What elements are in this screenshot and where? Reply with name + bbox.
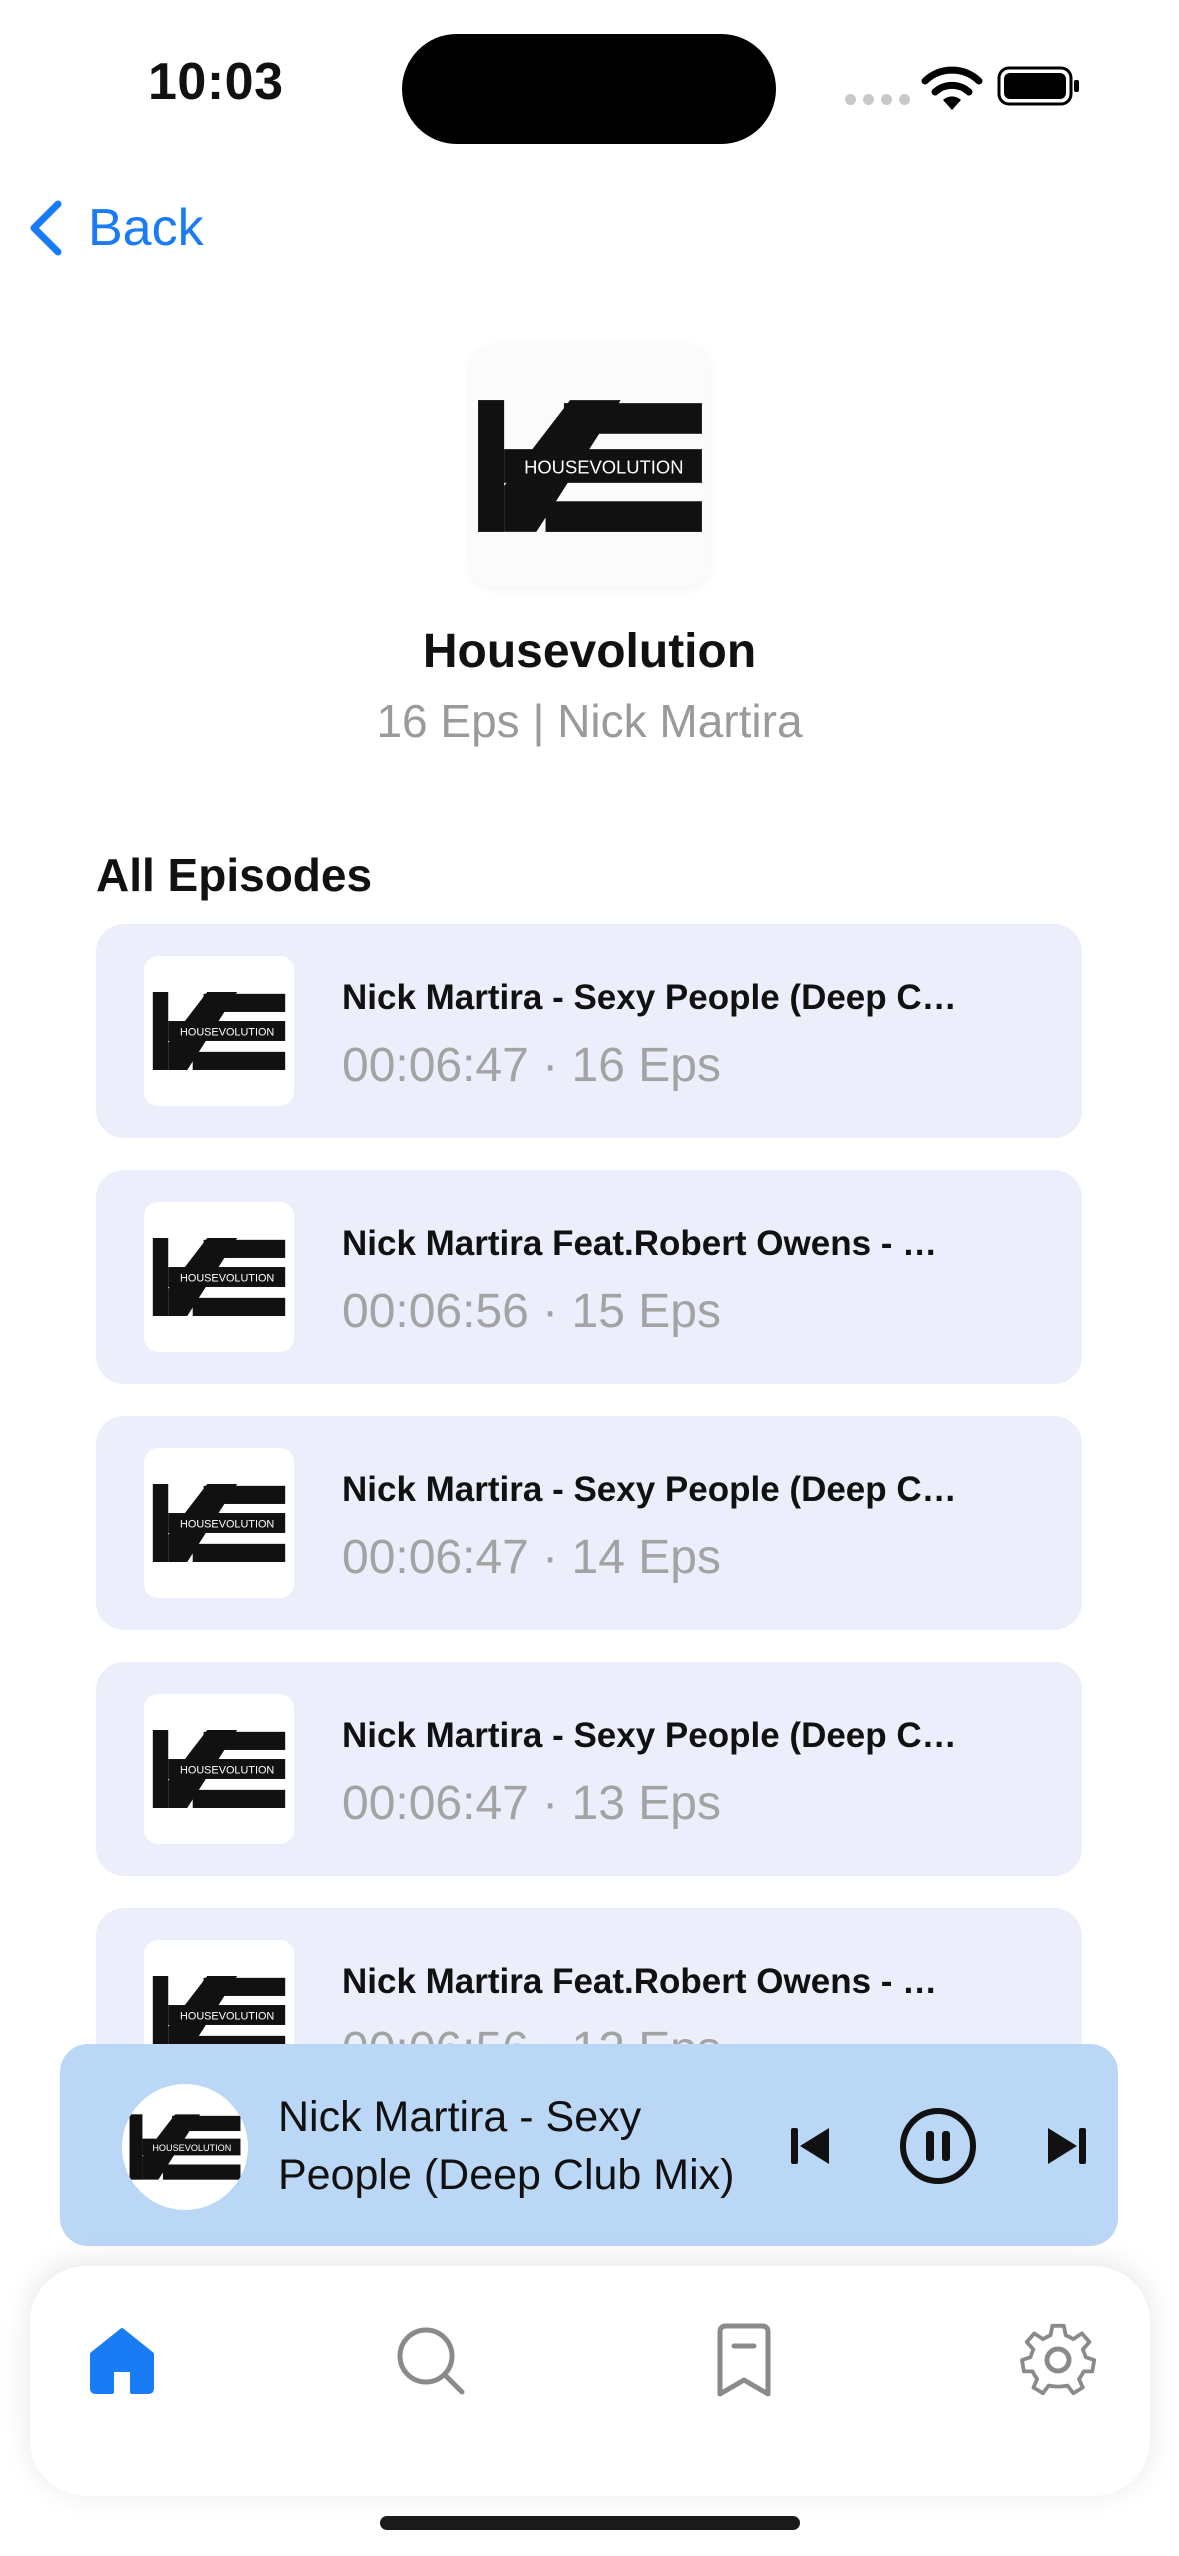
chevron-left-icon <box>30 200 62 256</box>
cellular-signal-icon <box>845 94 910 105</box>
pause-icon[interactable] <box>898 2106 978 2186</box>
svg-text:HOUSEVOLUTION: HOUSEVOLUTION <box>180 1765 274 1777</box>
episode-title: Nick Martira Feat.Robert Owens - Mission <box>342 1962 962 2001</box>
episode-row[interactable]: HOUSEVOLUTION Nick Martira Feat.Robert O… <box>96 1170 1082 1384</box>
svg-text:HOUSEVOLUTION: HOUSEVOLUTION <box>152 2143 231 2153</box>
episode-title: Nick Martira Feat.Robert Owens - Mission <box>342 1224 962 1263</box>
episode-row[interactable]: HOUSEVOLUTION Nick Martira - Sexy People… <box>96 924 1082 1138</box>
housevolution-logo: HOUSEVOLUTION <box>152 1238 286 1316</box>
status-time: 10:03 <box>148 53 284 111</box>
home-icon[interactable] <box>84 2322 160 2398</box>
episode-row[interactable]: HOUSEVOLUTION Nick Martira - Sexy People… <box>96 1662 1082 1876</box>
svg-text:HOUSEVOLUTION: HOUSEVOLUTION <box>180 1273 274 1285</box>
episode-row[interactable]: HOUSEVOLUTION Nick Martira Feat.Robert O… <box>96 1908 1082 2044</box>
back-label: Back <box>88 199 204 257</box>
svg-text:HOUSEVOLUTION: HOUSEVOLUTION <box>180 1519 274 1531</box>
housevolution-logo: HOUSEVOLUTION <box>478 400 702 532</box>
episode-meta: 00:06:47 · 14 Eps <box>342 1531 721 1584</box>
search-icon[interactable] <box>392 2322 468 2398</box>
episode-meta: 00:06:47 · 16 Eps <box>342 1039 721 1092</box>
episode-artwork: HOUSEVOLUTION <box>144 1202 294 1352</box>
section-title: All Episodes <box>96 849 373 901</box>
gear-icon[interactable] <box>1020 2322 1096 2398</box>
housevolution-logo: HOUSEVOLUTION <box>152 1976 286 2044</box>
skip-back-icon[interactable] <box>785 2120 837 2172</box>
svg-text:HOUSEVOLUTION: HOUSEVOLUTION <box>180 1027 274 1039</box>
wifi-icon <box>921 66 983 110</box>
housevolution-logo: HOUSEVOLUTION <box>152 1730 286 1808</box>
episode-row[interactable]: HOUSEVOLUTION Nick Martira - Sexy People… <box>96 1416 1082 1630</box>
home-indicator <box>380 2516 800 2530</box>
episode-artwork: HOUSEVOLUTION <box>144 1940 294 2044</box>
mini-player[interactable]: HOUSEVOLUTION Nick Martira - Sexy People… <box>60 2044 1118 2246</box>
episode-list: HOUSEVOLUTION Nick Martira - Sexy People… <box>96 924 1082 2044</box>
episode-title: Nick Martira - Sexy People (Deep Club Mi… <box>342 1470 962 1509</box>
episode-title: Nick Martira - Sexy People (Deep Club Mi… <box>342 1716 962 1755</box>
episode-artwork: HOUSEVOLUTION <box>144 956 294 1106</box>
podcast-title: Housevolution <box>422 625 757 678</box>
housevolution-logo: HOUSEVOLUTION <box>152 992 286 1070</box>
tab-bar <box>30 2266 1150 2496</box>
svg-text:HOUSEVOLUTION: HOUSEVOLUTION <box>524 457 683 478</box>
podcast-artwork: HOUSEVOLUTION <box>470 346 710 586</box>
dynamic-island <box>402 34 776 144</box>
episode-meta: 00:06:56 · 12 Eps <box>342 2022 721 2044</box>
player-track-title: Nick Martira - Sexy People (Deep Club Mi… <box>278 2093 735 2199</box>
skip-forward-icon[interactable] <box>1040 2120 1092 2172</box>
battery-icon <box>997 66 1079 106</box>
back-button[interactable]: Back <box>24 196 204 260</box>
svg-text:HOUSEVOLUTION: HOUSEVOLUTION <box>180 2011 274 2023</box>
episode-artwork: HOUSEVOLUTION <box>144 1448 294 1598</box>
episode-meta: 00:06:56 · 15 Eps <box>342 1285 721 1338</box>
episode-meta: 00:06:47 · 13 Eps <box>342 1777 721 1830</box>
bookmark-icon[interactable] <box>706 2322 782 2398</box>
housevolution-logo: HOUSEVOLUTION <box>152 1484 286 1562</box>
housevolution-logo: HOUSEVOLUTION <box>129 2114 241 2180</box>
player-artwork: HOUSEVOLUTION <box>122 2084 248 2210</box>
episode-artwork: HOUSEVOLUTION <box>144 1694 294 1844</box>
episode-title: Nick Martira - Sexy People (Deep Club Mi… <box>342 978 962 1017</box>
podcast-meta: 16 Eps | Nick Martira <box>376 695 803 747</box>
